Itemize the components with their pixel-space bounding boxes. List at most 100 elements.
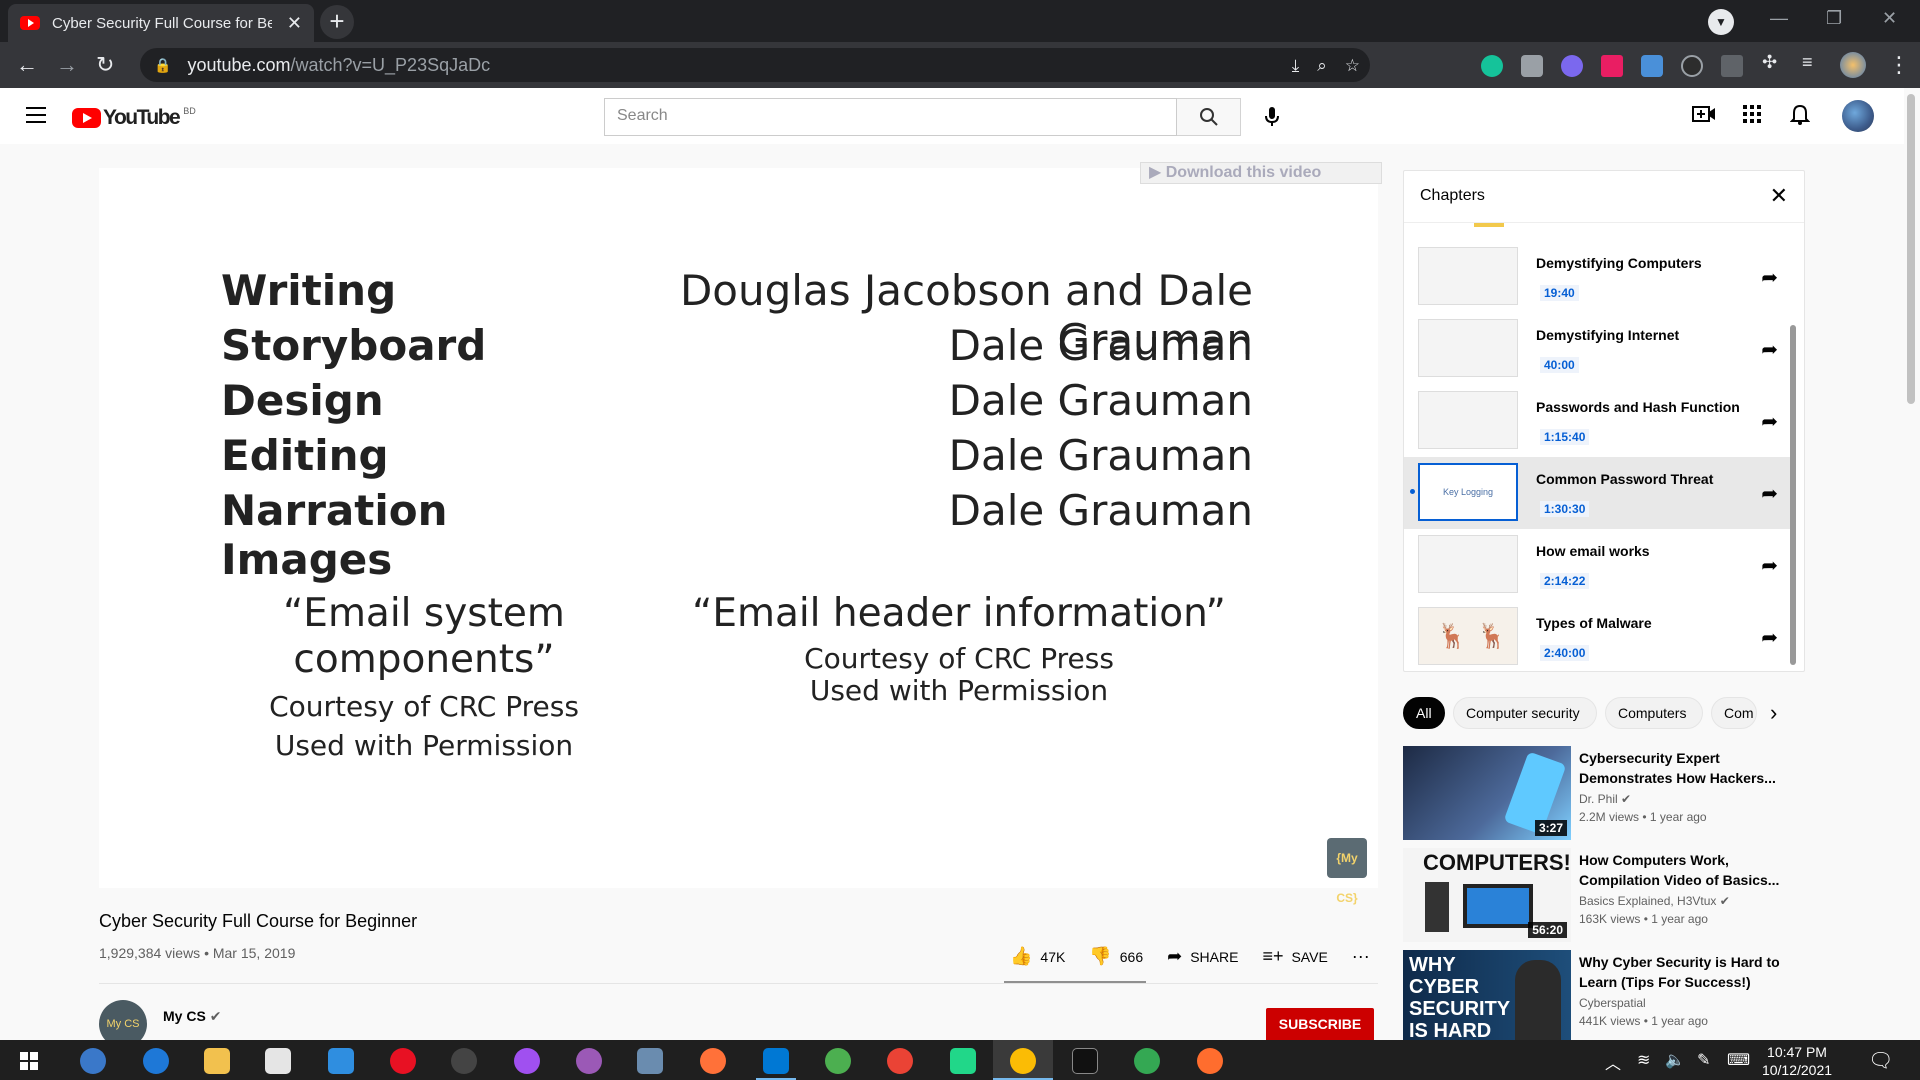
chapter-item[interactable]: How email works 2:14:22 ➦	[1404, 529, 1792, 601]
forward-icon[interactable]: →	[56, 52, 78, 78]
new-tab-button[interactable]: +	[320, 5, 354, 39]
share-icon[interactable]: ➦	[1761, 481, 1778, 506]
chrome-icon[interactable]	[887, 1048, 913, 1074]
qbittorrent-icon[interactable]	[80, 1048, 106, 1074]
pycharm-icon[interactable]	[950, 1048, 976, 1074]
chapter-time[interactable]: 1:15:40	[1540, 429, 1590, 445]
profile-avatar[interactable]	[1840, 52, 1866, 78]
menu-icon[interactable]	[26, 107, 46, 123]
store-icon[interactable]	[265, 1048, 291, 1074]
restore-icon[interactable]: ❐	[1826, 8, 1842, 29]
reload-icon[interactable]: ↻	[96, 52, 114, 78]
keyboard-icon[interactable]: ⌨	[1727, 1050, 1750, 1070]
download-extension-icon[interactable]	[1641, 55, 1663, 77]
postman-icon[interactable]	[1197, 1048, 1223, 1074]
chapter-time[interactable]: 1:30:30	[1540, 501, 1590, 517]
subscribe-button[interactable]: SUBSCRIBE	[1266, 1008, 1374, 1044]
channel-name[interactable]: Cyberspatial	[1579, 996, 1646, 1010]
vscode-icon[interactable]	[763, 1048, 789, 1074]
save-button[interactable]: ≡+ SAVE	[1262, 946, 1327, 967]
chapter-time[interactable]: 40:00	[1540, 357, 1579, 373]
channel-name[interactable]: My CS ✔	[163, 1008, 221, 1025]
close-icon[interactable]: ✕	[1770, 183, 1788, 209]
chip-computers[interactable]: Computers	[1605, 697, 1703, 729]
windows-start-icon[interactable]	[20, 1052, 38, 1070]
share-icon[interactable]: ➦	[1761, 625, 1778, 650]
extensions-puzzle-icon[interactable]: ✣	[1762, 52, 1777, 73]
notifications-bell-icon[interactable]	[1789, 104, 1811, 132]
account-avatar[interactable]	[1842, 100, 1874, 132]
chapter-item-active[interactable]: Key Logging Common Password Threat 1:30:…	[1404, 457, 1792, 529]
recommended-video[interactable]: 3:27 Cybersecurity Expert Demonstrates H…	[1403, 746, 1805, 840]
chapter-time[interactable]: 2:14:22	[1540, 573, 1590, 589]
firefox-icon[interactable]	[700, 1048, 726, 1074]
like-button[interactable]: 👍 47K	[1010, 946, 1065, 967]
notifications-icon[interactable]: 🗨	[1868, 1048, 1893, 1073]
chapter-item[interactable]: Demystifying Internet 40:00 ➦	[1404, 313, 1792, 385]
chrome-active-icon[interactable]	[1010, 1048, 1036, 1074]
chip-all[interactable]: All	[1403, 697, 1445, 729]
channel-name[interactable]: Dr. Phil ✔	[1579, 792, 1631, 806]
tab-close-icon[interactable]: ✕	[287, 13, 302, 34]
youtube-logo[interactable]: YouTube BD	[72, 106, 196, 130]
share-icon[interactable]: ➦	[1761, 337, 1778, 362]
file-explorer-icon[interactable]	[204, 1048, 230, 1074]
browser-menu-icon[interactable]: ⋮	[1888, 52, 1910, 78]
chapters-scrollbar[interactable]	[1790, 325, 1796, 665]
satellite-app-icon[interactable]	[451, 1048, 477, 1074]
camera-extension-icon[interactable]	[1521, 55, 1543, 77]
edge-icon[interactable]	[143, 1048, 169, 1074]
minimize-icon[interactable]: —	[1770, 8, 1788, 29]
vpn-extension-icon[interactable]	[1561, 55, 1583, 77]
play-extension-icon[interactable]	[1601, 55, 1623, 77]
terminal-icon[interactable]	[1072, 1048, 1098, 1074]
chevron-right-icon[interactable]: ›	[1770, 700, 1777, 726]
tray-chevron-up-icon[interactable]: ︿	[1605, 1050, 1621, 1074]
create-video-icon[interactable]	[1692, 104, 1716, 130]
channel-name[interactable]: Basics Explained, H3Vtux ✔	[1579, 894, 1730, 908]
mail-icon[interactable]	[328, 1048, 354, 1074]
apps-grid-icon[interactable]	[1742, 104, 1762, 130]
tab-search-icon[interactable]: ▼	[1708, 9, 1734, 35]
browser-tab[interactable]: Cyber Security Full Course for Be ✕	[8, 4, 314, 42]
download-video-bar[interactable]: ▶ Download this video	[1140, 162, 1382, 184]
chapter-time[interactable]: 19:40	[1540, 285, 1579, 301]
search-button[interactable]	[1177, 98, 1241, 136]
bookmark-star-icon[interactable]: ☆	[1345, 56, 1360, 76]
chapter-item[interactable]: 🦌 🦌 Types of Malware 2:40:00 ➦	[1404, 601, 1792, 671]
grammarly-extension-icon[interactable]	[1481, 55, 1503, 77]
chapter-item[interactable]: Demystifying Computers 19:40 ➦	[1404, 241, 1792, 313]
back-icon[interactable]: ←	[16, 52, 38, 78]
close-window-icon[interactable]: ✕	[1882, 8, 1897, 29]
chip-computer-security[interactable]: Computer security	[1453, 697, 1597, 729]
channel-watermark-logo[interactable]: {My CS}	[1327, 838, 1367, 905]
messenger-icon[interactable]	[514, 1048, 540, 1074]
recommended-video[interactable]: COMPUTERS! 56:20 How Computers Work, Com…	[1403, 848, 1805, 942]
share-icon[interactable]: ➦	[1761, 553, 1778, 578]
media-queue-icon[interactable]: ≡	[1802, 52, 1813, 73]
pen-extension-icon[interactable]	[1721, 55, 1743, 77]
share-icon[interactable]: ➦	[1761, 265, 1778, 290]
zoom-icon[interactable]: ⌕	[1317, 56, 1327, 76]
pen-icon[interactable]: ✎	[1697, 1050, 1710, 1070]
wifi-icon[interactable]: ≋	[1637, 1050, 1650, 1070]
paint-icon[interactable]	[637, 1048, 663, 1074]
page-scrollbar[interactable]	[1907, 94, 1915, 404]
taskbar-clock[interactable]: 10:47 PM 10/12/2021	[1752, 1043, 1842, 1079]
recommended-video[interactable]: WHY CYBER SECURITY IS HARD Why Cyber Sec…	[1403, 950, 1805, 1044]
search-input[interactable]: Search	[604, 98, 1177, 136]
extension-icon[interactable]	[1681, 55, 1703, 77]
opera-icon[interactable]	[390, 1048, 416, 1074]
more-actions-button[interactable]: ···	[1352, 946, 1370, 967]
share-button[interactable]: ➦ SHARE	[1167, 946, 1238, 967]
github-icon[interactable]	[576, 1048, 602, 1074]
volume-icon[interactable]: 🔈	[1665, 1050, 1685, 1070]
chapter-item[interactable]: Passwords and Hash Function 1:15:40 ➦	[1404, 385, 1792, 457]
chip-partial[interactable]: Com	[1711, 697, 1757, 729]
earth-app-icon[interactable]	[825, 1048, 851, 1074]
chrome-profile-icon[interactable]	[1134, 1048, 1160, 1074]
dislike-button[interactable]: 👎 666	[1089, 946, 1143, 967]
video-player[interactable]: Writing Storyboard Design Editing Narrat…	[99, 168, 1378, 888]
chapter-time[interactable]: 2:40:00	[1540, 645, 1590, 661]
install-icon[interactable]: ⤓	[1292, 56, 1300, 76]
